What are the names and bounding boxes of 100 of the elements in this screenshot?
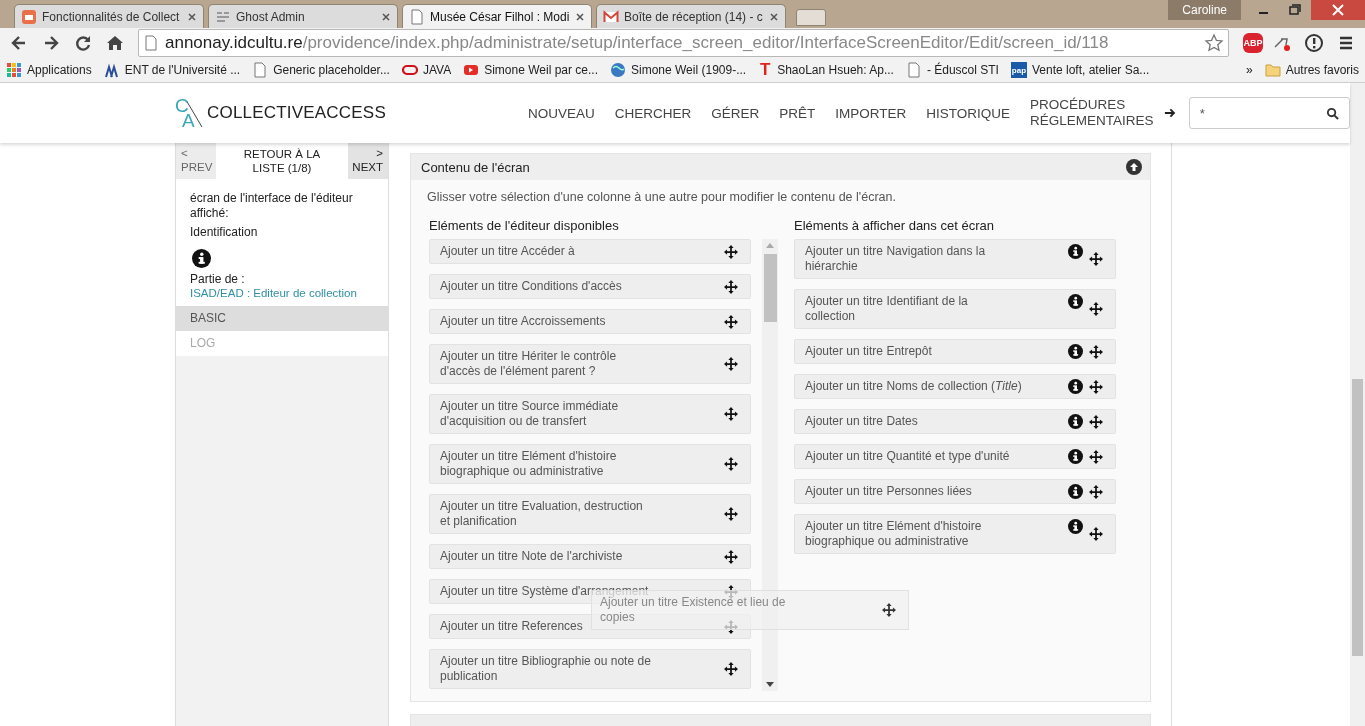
info-icon[interactable] — [1068, 344, 1083, 359]
scroll-thumb[interactable] — [1352, 379, 1363, 656]
logo-icon: pap — [1010, 62, 1027, 78]
panel-title: Contenu de l'écran — [421, 159, 530, 175]
browser-tab[interactable]: Musée César Filhol : Modi — [402, 4, 592, 28]
info-icon[interactable] — [1068, 244, 1083, 259]
reload-icon[interactable] — [73, 33, 93, 53]
move-icon[interactable] — [724, 549, 738, 564]
scroll-down-icon[interactable] — [766, 682, 774, 688]
bookmark[interactable]: pap Vente loft, atelier Sa... — [1010, 62, 1150, 78]
draggable-item[interactable]: Ajouter un titre Entrepôt — [794, 339, 1116, 364]
search-icon[interactable] — [1326, 106, 1339, 120]
draggable-item[interactable]: Ajouter un titre Source immédiate d'acquisition ou de transfert — [429, 394, 751, 434]
bookmark[interactable]: - Éduscol STI — [905, 62, 999, 78]
close-icon[interactable] — [381, 11, 391, 22]
address-bar[interactable]: annonay.idcultu.re/providence/index.php/administrate/setup/interface_screen_editor/InterfaceScreenEditor/Edit/screen_id/118 — [138, 29, 1229, 57]
column-heading: Eléments à afficher dans cet écran — [794, 218, 995, 233]
bookmark[interactable]: T ShaoLan Hsueh: Ap... — [758, 62, 894, 78]
draggable-item[interactable]: Ajouter un titre Evaluation, destruction et planification — [429, 494, 751, 534]
adblock-extension-icon[interactable]: ABP — [1243, 33, 1263, 53]
browser-tab[interactable]: Ghost Admin — [208, 4, 398, 28]
nav-link[interactable]: PRÊT — [779, 105, 816, 121]
draggable-item[interactable]: Ajouter un titre Accroissements — [429, 309, 751, 334]
move-icon[interactable] — [724, 507, 738, 521]
bookmark[interactable]: Applications — [6, 62, 92, 78]
close-icon[interactable] — [187, 11, 197, 22]
page-icon — [252, 62, 269, 78]
draggable-item[interactable]: Ajouter un titre Noms de collection (Title) — [794, 374, 1116, 399]
bookmark-folder[interactable]: Autres favoris — [1264, 62, 1359, 78]
move-icon[interactable] — [1089, 344, 1103, 359]
move-icon[interactable] — [1089, 252, 1103, 266]
column-heading: Eléments de l'éditeur disponibles — [429, 218, 620, 233]
nav-link[interactable]: HISTORIQUE — [926, 105, 1010, 121]
new-tab-button[interactable] — [796, 9, 826, 26]
nav-link[interactable]: CHERCHER — [614, 105, 692, 121]
bookmark[interactable]: ENT de l'Université ... — [103, 62, 241, 78]
more-bookmarks[interactable]: » — [1245, 63, 1253, 77]
nav-link[interactable]: GÉRER — [711, 105, 760, 121]
arrow-icon[interactable] — [1164, 106, 1177, 120]
move-icon[interactable] — [724, 662, 738, 676]
draggable-item[interactable]: Ajouter un titre Conditions d'accès — [429, 274, 751, 299]
bookmark[interactable]: Generic placeholder... — [252, 62, 390, 78]
profile-name[interactable]: Caroline — [1168, 0, 1241, 20]
move-icon[interactable] — [1089, 379, 1103, 394]
draggable-item[interactable]: Ajouter un titre Hériter le contrôle d'accès de l'élément parent ? — [429, 344, 751, 384]
figures-icon — [103, 62, 120, 78]
screen-label: écran de l'interface de l'éditeur affiché: — [190, 191, 354, 221]
bookmark[interactable]: Simone Weil (1909-... — [610, 62, 747, 78]
collapse-icon[interactable] — [1126, 159, 1142, 175]
next-button[interactable]: > NEXT — [348, 143, 388, 179]
info-icon[interactable] — [1068, 414, 1083, 429]
nav-link[interactable]: NOUVEAU — [527, 105, 595, 121]
draggable-item[interactable]: Ajouter un titre Navigation dans la hiérarchie — [794, 239, 1116, 279]
move-icon[interactable] — [724, 244, 738, 259]
move-icon[interactable] — [724, 457, 738, 471]
nav-link[interactable]: IMPORTER — [835, 105, 907, 121]
close-icon[interactable] — [575, 11, 585, 22]
alert-icon[interactable] — [1304, 33, 1324, 53]
folder-icon — [1264, 62, 1281, 78]
move-icon[interactable] — [1089, 302, 1103, 316]
info-icon[interactable] — [1068, 449, 1083, 464]
browser-tab[interactable]: Fonctionnalités de Collect — [14, 4, 204, 28]
info-icon[interactable] — [192, 249, 211, 268]
bookmark[interactable]: Simone Weil par ce... — [463, 62, 598, 78]
move-icon[interactable] — [1089, 527, 1103, 541]
sidebar-item[interactable]: BASIC — [176, 306, 388, 331]
draggable-item[interactable]: Ajouter un titre Quantité et type d'unité — [794, 444, 1116, 469]
move-icon[interactable] — [724, 314, 738, 329]
draggable-item[interactable]: Ajouter un titre Note de l'archiviste — [429, 544, 751, 569]
draggable-item[interactable]: Ajouter un titre Elément d'histoire biographique ou administrative — [794, 514, 1116, 554]
home-icon[interactable] — [105, 33, 125, 53]
back-to-list-link[interactable]: RETOUR À LA LISTE (1/8) — [216, 143, 348, 179]
draggable-item[interactable]: Ajouter un titre Personnes liées — [794, 479, 1116, 504]
bookmark[interactable]: JAVA — [401, 62, 452, 78]
close-icon[interactable] — [1311, 0, 1365, 20]
close-icon[interactable] — [769, 11, 779, 22]
move-icon[interactable] — [724, 357, 738, 371]
tab-title: Boîte de réception (14) - c — [624, 9, 764, 24]
move-icon[interactable] — [882, 603, 896, 617]
move-icon[interactable] — [1089, 484, 1103, 499]
info-icon[interactable] — [1068, 519, 1083, 534]
move-icon[interactable] — [724, 279, 738, 294]
draggable-item[interactable]: Ajouter un titre Bibliographie ou note de publication — [429, 649, 751, 689]
move-icon[interactable] — [1089, 414, 1103, 429]
draggable-item[interactable]: Ajouter un titre Accéder à — [429, 239, 751, 264]
move-icon[interactable] — [1089, 449, 1103, 464]
move-icon[interactable] — [724, 407, 738, 421]
mail-icon — [603, 8, 619, 25]
tab-title: Ghost Admin — [236, 9, 306, 24]
info-icon[interactable] — [1068, 379, 1083, 394]
draggable-item[interactable]: Ajouter un titre Dates — [794, 409, 1116, 434]
info-icon[interactable] — [1068, 484, 1083, 499]
search-field[interactable]: * — [1188, 97, 1350, 129]
star-icon[interactable] — [1204, 33, 1224, 53]
info-icon[interactable] — [1068, 294, 1083, 309]
browser-tab[interactable]: Boîte de réception (14) - c — [596, 4, 786, 28]
scroll-thumb[interactable] — [763, 254, 777, 322]
part-of-link[interactable]: ISAD/EAD : Editeur de collection — [190, 286, 357, 300]
draggable-item[interactable]: Ajouter un titre Identifiant de la collection — [794, 289, 1116, 329]
draggable-item[interactable]: Ajouter un titre Elément d'histoire biographique ou administrative — [429, 444, 751, 484]
